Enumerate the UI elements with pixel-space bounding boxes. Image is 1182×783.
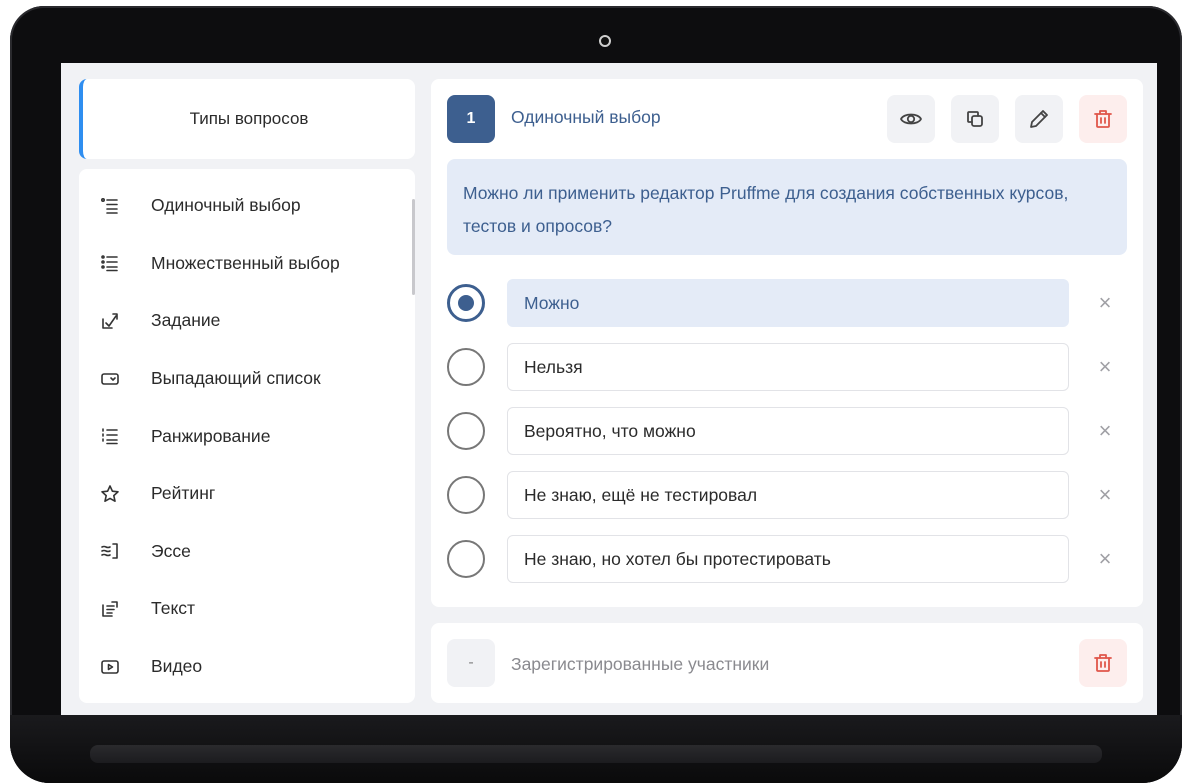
answer-input[interactable]: Нельзя [507,343,1069,391]
question-types-header: Типы вопросов [79,79,415,159]
type-item-dropdown[interactable]: Выпадающий список [79,350,415,408]
close-icon[interactable]: × [1095,548,1115,570]
question-type-label: Одиночный выбор [511,107,661,127]
eye-icon [900,113,922,125]
pencil-icon [1030,110,1048,128]
video-icon [99,656,121,678]
type-item-text[interactable]: Текст [79,580,415,638]
trash-icon [1094,110,1112,128]
type-label: Множественный выбор [151,252,340,273]
type-item-ranking[interactable]: Ранжирование [79,407,415,465]
answer-row: Не знаю, ещё не тестировал × [447,471,1127,519]
type-label: Рейтинг [151,483,216,504]
edit-button[interactable] [1015,95,1063,143]
answer-input[interactable]: Не знаю, но хотел бы протестировать [507,535,1069,583]
type-item-single-choice[interactable]: Одиночный выбор [79,177,415,235]
type-label: Видео [151,656,203,677]
registered-participants-card[interactable]: - Зарегистрированные участники [431,623,1143,703]
type-item-essay[interactable]: Эссе [79,523,415,581]
multiple-choice-icon [99,252,121,274]
question-types-title: Типы вопросов [189,109,309,128]
type-item-task[interactable]: Задание [79,292,415,350]
answer-row: Не знаю, но хотел бы протестировать × [447,535,1127,583]
answer-radio[interactable] [447,412,485,450]
preview-button[interactable] [887,95,935,143]
screen: Типы вопросов Одиночный выбор Множествен… [61,63,1157,719]
type-item-multiple-choice[interactable]: Множественный выбор [79,235,415,293]
answer-radio[interactable] [447,348,485,386]
single-choice-icon [99,195,121,217]
trash-icon [1094,654,1112,672]
question-number: 1 [447,95,495,143]
ranking-icon [99,425,121,447]
close-icon[interactable]: × [1095,292,1115,314]
type-label: Задание [151,310,221,331]
answer-input[interactable]: Вероятно, что можно [507,407,1069,455]
type-label: Ранжирование [151,425,271,446]
laptop-hinge [10,715,1182,783]
camera-icon [599,35,611,47]
laptop-base-bar [90,745,1102,763]
close-icon[interactable]: × [1095,356,1115,378]
close-icon[interactable]: × [1095,484,1115,506]
type-item-video[interactable]: Видео [79,638,415,696]
laptop-frame: Типы вопросов Одиночный выбор Множествен… [10,6,1182,783]
text-icon [99,598,121,620]
delete-button[interactable] [1079,639,1127,687]
sidebar-scrollbar[interactable] [412,199,415,295]
answer-row: Можно × [447,279,1127,327]
question-card: 1 Одиночный выбор Можно ли применить ред… [431,79,1143,607]
answer-input[interactable]: Не знаю, ещё не тестировал [507,471,1069,519]
answer-radio[interactable] [447,476,485,514]
answer-radio[interactable] [447,540,485,578]
task-icon [99,310,121,332]
star-icon [99,483,121,505]
copy-icon [967,111,983,127]
answer-input[interactable]: Можно [507,279,1069,327]
type-label: Эссе [151,540,191,561]
dropdown-icon [99,368,121,390]
delete-button[interactable] [1079,95,1127,143]
answer-row: Нельзя × [447,343,1127,391]
type-label: Одиночный выбор [151,195,301,216]
duplicate-button[interactable] [951,95,999,143]
answer-row: Вероятно, что можно × [447,407,1127,455]
close-icon[interactable]: × [1095,420,1115,442]
card-title: Зарегистрированные участники [511,654,770,674]
card-number: - [447,639,495,687]
answer-radio[interactable] [447,284,485,322]
type-label: Текст [151,598,196,619]
question-types-list: Одиночный выбор Множественный выбор Зада… [79,169,415,703]
radio-dot [458,295,474,311]
question-text[interactable]: Можно ли применить редактор Pruffme для … [447,159,1127,255]
essay-icon [99,540,121,562]
type-item-rating[interactable]: Рейтинг [79,465,415,523]
type-label: Выпадающий список [151,368,321,389]
